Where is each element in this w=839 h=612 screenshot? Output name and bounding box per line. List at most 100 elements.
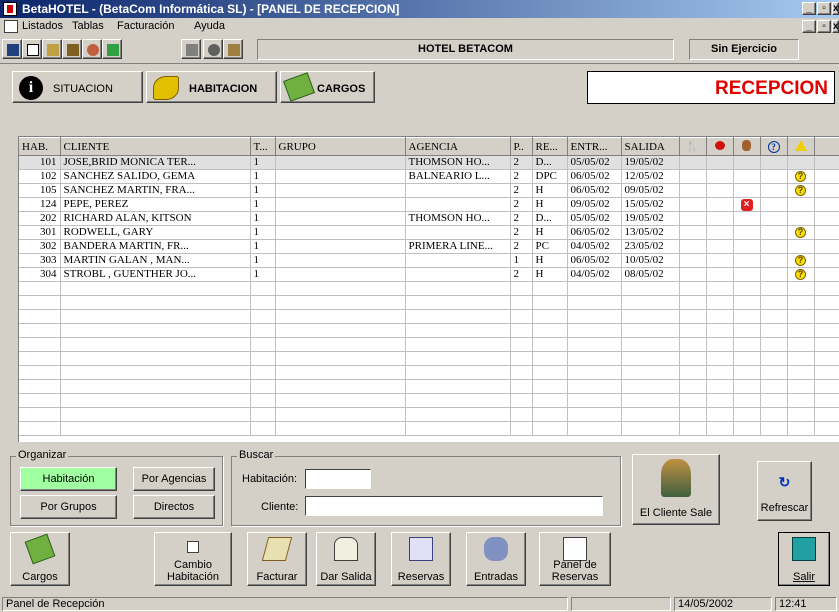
minimize-icon[interactable]: _ — [802, 2, 816, 15]
cell-hab: 102 — [19, 169, 61, 184]
tab-cargos[interactable]: CARGOS — [280, 71, 375, 103]
cell-agencia — [405, 365, 511, 380]
table-row[interactable] — [19, 351, 839, 366]
cell-flag — [706, 197, 734, 212]
table-row[interactable]: 303 MARTIN GALAN , MAN... 1 1 H 06/05/02 10/05… — [19, 253, 839, 268]
cliente-input[interactable] — [305, 496, 603, 516]
tool-sheet-button[interactable] — [102, 39, 122, 59]
col-cliente[interactable]: CLIENTE — [60, 137, 251, 156]
entradas-button[interactable]: Entradas — [466, 532, 526, 586]
col-entrada[interactable]: ENTR... — [567, 137, 622, 156]
col-hab[interactable]: HAB. — [19, 137, 61, 156]
close-icon[interactable]: x — [832, 2, 839, 15]
cell-re — [532, 337, 568, 352]
cell-flag: ? — [787, 253, 815, 268]
table-row[interactable] — [19, 379, 839, 394]
table-row[interactable]: 301 RODWELL, GARY 1 2 H 06/05/02 13/05/02? — [19, 225, 839, 240]
table-row[interactable] — [19, 337, 839, 352]
menu-listados[interactable]: Listados — [22, 20, 63, 32]
cambio-habitacion-button[interactable]: Cambio Habitación — [154, 532, 232, 586]
col-salida[interactable]: SALIDA — [621, 137, 680, 156]
restore-icon[interactable]: ▫ — [817, 2, 831, 15]
tool-print-button[interactable] — [181, 39, 201, 59]
col-grupo[interactable]: GRUPO — [275, 137, 406, 156]
refrescar-button[interactable]: ↻ Refrescar — [757, 461, 812, 521]
directos-button[interactable]: Directos — [133, 495, 215, 519]
cell-flag — [787, 281, 815, 296]
pending-question-icon: ? — [795, 171, 806, 182]
tab-situacion[interactable]: i SITUACION — [12, 71, 143, 103]
cell-re — [532, 309, 568, 324]
menu-tablas[interactable]: Tablas — [72, 20, 104, 32]
cell-flag — [733, 225, 761, 240]
panel-reservas-button[interactable]: Panel de Reservas — [539, 532, 611, 586]
entradas-label: Entradas — [473, 571, 519, 583]
warning-icon[interactable] — [787, 137, 815, 156]
tool-person-button[interactable] — [82, 39, 102, 59]
habitacion-input[interactable] — [305, 469, 371, 489]
habitacion-button[interactable]: Habitación — [20, 467, 117, 491]
tool-calendar-button[interactable] — [22, 39, 42, 59]
cell-re: H — [532, 253, 568, 268]
guest-grid[interactable]: HAB. CLIENTE T... GRUPO AGENCIA P.. RE..… — [18, 136, 839, 442]
facturar-label: Facturar — [256, 571, 298, 583]
tab-habitacion[interactable]: HABITACION — [146, 71, 277, 103]
cell-agencia — [405, 379, 511, 394]
dar-salida-button[interactable]: Dar Salida — [316, 532, 376, 586]
table-row[interactable] — [19, 309, 839, 324]
col-agencia[interactable]: AGENCIA — [405, 137, 511, 156]
table-row[interactable] — [19, 295, 839, 310]
cliente-sale-button[interactable]: El Cliente Sale — [632, 454, 720, 525]
cell-salida — [621, 323, 680, 338]
child-restore-icon[interactable]: ▫ — [817, 20, 831, 33]
tool-rooms-button[interactable] — [2, 39, 22, 59]
tool-transfer-button[interactable] — [223, 39, 243, 59]
cell-p — [510, 407, 533, 422]
child-close-icon[interactable]: x — [832, 20, 839, 33]
table-row[interactable]: 302 BANDERA MARTIN, FR... 1 PRIMERA LINE...… — [19, 239, 839, 254]
cell-flag — [679, 379, 707, 394]
cutlery-icon[interactable]: 🍴 — [679, 137, 707, 156]
table-row[interactable]: 304 STROBL , GUENTHER JO... 1 2 H 04/05/02 08/… — [19, 267, 839, 282]
cell-entrada — [567, 295, 622, 310]
salir-button[interactable]: Salir — [778, 532, 830, 586]
cell-grupo — [275, 281, 406, 296]
col-empty — [814, 137, 839, 156]
person-icon[interactable] — [733, 137, 761, 156]
table-row[interactable] — [19, 407, 839, 422]
tool-users-button[interactable] — [203, 39, 223, 59]
col-p[interactable]: P.. — [510, 137, 533, 156]
table-row[interactable]: 124 PEPE, PEREZ 1 2 H 09/05/02 15/05/02 × — [19, 197, 839, 212]
cell-p — [510, 309, 533, 324]
table-row[interactable]: 202 RICHARD ALAN, KITSON 1 THOMSON HO... 2 D.… — [19, 211, 839, 226]
table-row[interactable] — [19, 365, 839, 380]
table-row[interactable] — [19, 393, 839, 408]
col-t[interactable]: T... — [250, 137, 276, 156]
tool-key-button[interactable] — [62, 39, 82, 59]
cell-hab — [19, 309, 61, 324]
cell-cliente — [60, 421, 251, 436]
cell-flag — [706, 379, 734, 394]
table-row[interactable] — [19, 323, 839, 338]
reservas-button[interactable]: Reservas — [391, 532, 451, 586]
col-re[interactable]: RE... — [532, 137, 568, 156]
table-row[interactable] — [19, 421, 839, 436]
cell-t — [250, 379, 276, 394]
menu-ayuda[interactable]: Ayuda — [194, 20, 225, 32]
table-row[interactable]: 101 JOSE,BRID MONICA TER... 1 THOMSON HO...… — [19, 155, 839, 170]
cell-cliente: MARTIN GALAN , MAN... — [60, 253, 251, 268]
red-apple-icon[interactable] — [706, 137, 734, 156]
grupos-button[interactable]: Por Grupos — [20, 495, 117, 519]
facturar-button[interactable]: Facturar — [247, 532, 307, 586]
question-icon[interactable]: ? — [760, 137, 788, 156]
table-row[interactable]: 105 SANCHEZ MARTIN, FRA... 1 2 H 06/05/02 09/0… — [19, 183, 839, 198]
cell-re — [532, 281, 568, 296]
table-row[interactable] — [19, 281, 839, 296]
cargos-button[interactable]: Cargos — [10, 532, 70, 586]
cell-grupo — [275, 155, 406, 170]
tool-edit-button[interactable] — [42, 39, 62, 59]
menu-facturacion[interactable]: Facturación — [117, 20, 174, 32]
child-minimize-icon[interactable]: _ — [802, 20, 816, 33]
table-row[interactable]: 102 SANCHEZ SALIDO, GEMA 1 BALNEARIO L... 2 D… — [19, 169, 839, 184]
agencias-button[interactable]: Por Agencias — [133, 467, 215, 491]
